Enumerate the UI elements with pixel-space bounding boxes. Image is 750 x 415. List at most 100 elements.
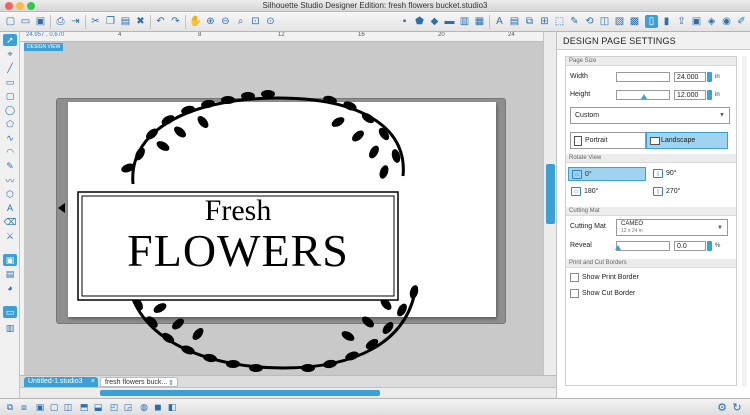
width-slider[interactable] [616,72,670,82]
cut-settings-icon[interactable]: ▮ [660,15,673,28]
width-field[interactable]: 24.000 [674,72,706,82]
tab-menu-icon[interactable]: ⇕ [168,379,174,387]
redo-icon[interactable]: ↷ [169,15,182,28]
reveal-slider-knob[interactable] [615,245,621,250]
page-settings-icon[interactable]: ▯ [645,15,658,28]
horizontal-scroll-thumb[interactable] [100,390,380,396]
paste-icon[interactable]: ▤ [119,15,132,28]
height-stepper[interactable] [707,90,712,100]
layer-icon[interactable]: ◼ [152,402,164,413]
vertical-scroll-thumb[interactable] [546,164,555,224]
open-folder-icon[interactable]: ▭ [19,15,32,28]
compound-icon[interactable]: ▣ [34,402,46,413]
rotate-180-button[interactable]: ▭ 180° [568,185,646,199]
line-icon[interactable]: ▬ [443,15,456,28]
magnify-icon[interactable]: ⊙ [264,15,277,28]
send-icon[interactable]: ⇪ [675,15,688,28]
text-style-icon[interactable]: A [493,15,506,28]
design-word-fresh[interactable]: Fresh [82,196,394,226]
print-icon[interactable]: ⎙ [54,15,67,28]
height-slider[interactable] [616,90,670,100]
portrait-button[interactable]: Portrait [570,132,646,149]
media-icon[interactable]: ◧ [166,402,178,413]
group-icon[interactable]: ⧉ [4,402,16,413]
send-to-silhouette-icon[interactable]: ⇥ [69,15,82,28]
undo-icon[interactable]: ↶ [154,15,167,28]
tab-fresh-flowers[interactable]: fresh flowers buck... ⇕ [100,377,178,387]
design-word-flowers[interactable]: FLOWERS [82,228,394,274]
draw-mode-icon[interactable]: ▣ [3,254,17,266]
store-view-icon[interactable]: ◕ [3,282,17,294]
zoom-in-icon[interactable]: ⊕ [204,15,217,28]
panel-icon[interactable]: ▥ [3,322,17,334]
edit-points-icon[interactable]: ⌖ [3,48,17,60]
knife-tool-icon[interactable]: ◫ [598,15,611,28]
store-icon[interactable]: ◈ [705,15,718,28]
gradient-icon[interactable]: ▥ [458,15,471,28]
ellipse-tool-icon[interactable]: ◯ [3,104,17,116]
fill-pattern-icon[interactable]: ▩ [628,15,641,28]
delete-icon[interactable]: ✖ [134,15,147,28]
cut-icon[interactable]: ✂ [89,15,102,28]
ungroup-icon[interactable]: ⧈ [18,402,30,413]
curve-icon[interactable]: ∿ [3,132,17,144]
zoom-select-icon[interactable]: ⌕ [234,15,247,28]
fit-page-icon[interactable]: ⊡ [249,15,262,28]
cutting-mat-dropdown[interactable]: CAMEO 12 x 24 in ▼ [616,219,728,236]
tab-untitled[interactable]: Untitled-1.studio3 × [24,377,98,387]
shape-icon[interactable]: ▪ [398,15,411,28]
lock-icon[interactable]: ◍ [138,402,150,413]
rectangle-tool-icon[interactable]: ▭ [3,76,17,88]
cut-border-checkbox[interactable] [570,289,579,298]
select-icon[interactable]: ➚ [3,34,17,46]
reveal-field[interactable]: 0.0 [674,241,706,251]
close-tab-icon[interactable]: × [91,378,95,385]
pan-icon[interactable]: ✋ [189,15,202,28]
bring-forward-icon[interactable]: ◰ [108,402,120,413]
print-border-checkbox[interactable] [570,273,579,282]
height-slider-knob[interactable] [641,94,647,99]
height-field[interactable]: 12.000 [674,90,706,100]
text-tool-icon[interactable]: A [3,202,17,214]
smooth-freehand-icon[interactable]: 〰 [3,174,17,186]
design-page-icon[interactable]: ▭ [3,306,17,318]
polygon-shape-icon[interactable]: ⬡ [3,188,17,200]
zoom-out-icon[interactable]: ⊖ [219,15,232,28]
settings-icon[interactable]: ⚙ [716,402,728,414]
landscape-button[interactable]: Landscape [646,132,728,149]
send-backward-icon[interactable]: ◲ [122,402,134,413]
new-file-icon[interactable]: ▢ [4,15,17,28]
knife-icon[interactable]: ⚔ [3,230,17,242]
copy-icon[interactable]: ❐ [104,15,117,28]
vertical-scrollbar[interactable] [543,32,556,375]
library-icon[interactable]: ▣ [690,15,703,28]
eraser-tool-icon[interactable]: ▧ [613,15,626,28]
reveal-stepper[interactable] [707,241,712,251]
eraser-icon[interactable]: ⌫ [3,216,17,228]
freehand-icon[interactable]: ✎ [3,160,17,172]
replicate-icon[interactable]: ⧉ [523,15,536,28]
modify-icon[interactable]: ⊞ [538,15,551,28]
save-icon[interactable]: ▣ [34,15,47,28]
pattern-icon[interactable]: ▦ [473,15,486,28]
arc-icon[interactable]: ◠ [3,146,17,158]
sketch-icon[interactable]: ✐ [735,15,748,28]
reveal-slider[interactable] [615,241,670,251]
align-icon[interactable]: ▤ [508,15,521,28]
rounded-rect-icon[interactable]: ▢ [3,90,17,102]
pentagon-icon[interactable]: ⬟ [413,15,426,28]
pixscan-icon[interactable]: ◉ [720,15,733,28]
offset-icon[interactable]: ⬚ [553,15,566,28]
weld-icon[interactable]: ◫ [62,402,74,413]
send-back-icon[interactable]: ⬓ [92,402,104,413]
rotate-90-button[interactable]: ▯ 90° [650,167,728,181]
design-canvas[interactable]: 24.957 , 0.670 4 8 12 16 20 24 DESIGN VI… [20,32,543,375]
fill-icon[interactable]: ◆ [428,15,441,28]
trace-icon[interactable]: ✎ [568,15,581,28]
width-stepper[interactable] [707,72,712,82]
bring-front-icon[interactable]: ⬒ [78,402,90,413]
transform-icon[interactable]: ⟲ [583,15,596,28]
panel-scrollbar[interactable] [742,56,747,386]
release-compound-icon[interactable]: ▢ [48,402,60,413]
line-tool-icon[interactable]: ╱ [3,62,17,74]
